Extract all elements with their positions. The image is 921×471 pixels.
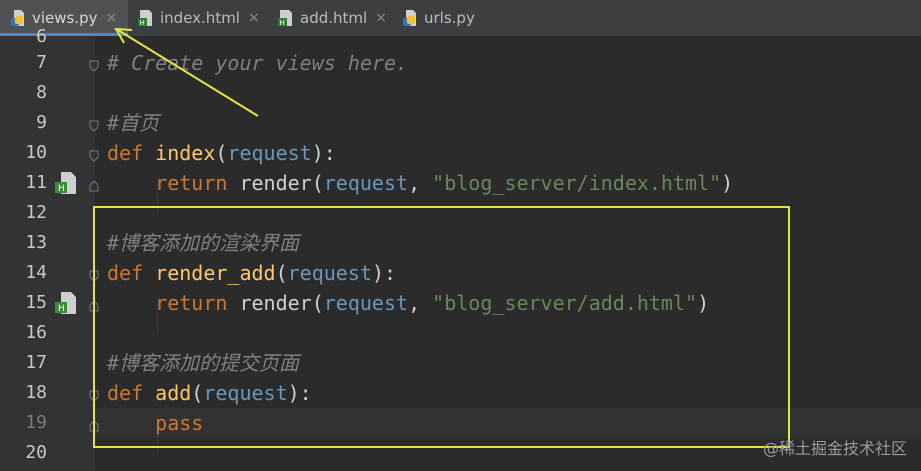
annotation-arrow-icon	[114, 27, 259, 117]
watermark: @稀土掘金技术社区	[762, 439, 907, 458]
